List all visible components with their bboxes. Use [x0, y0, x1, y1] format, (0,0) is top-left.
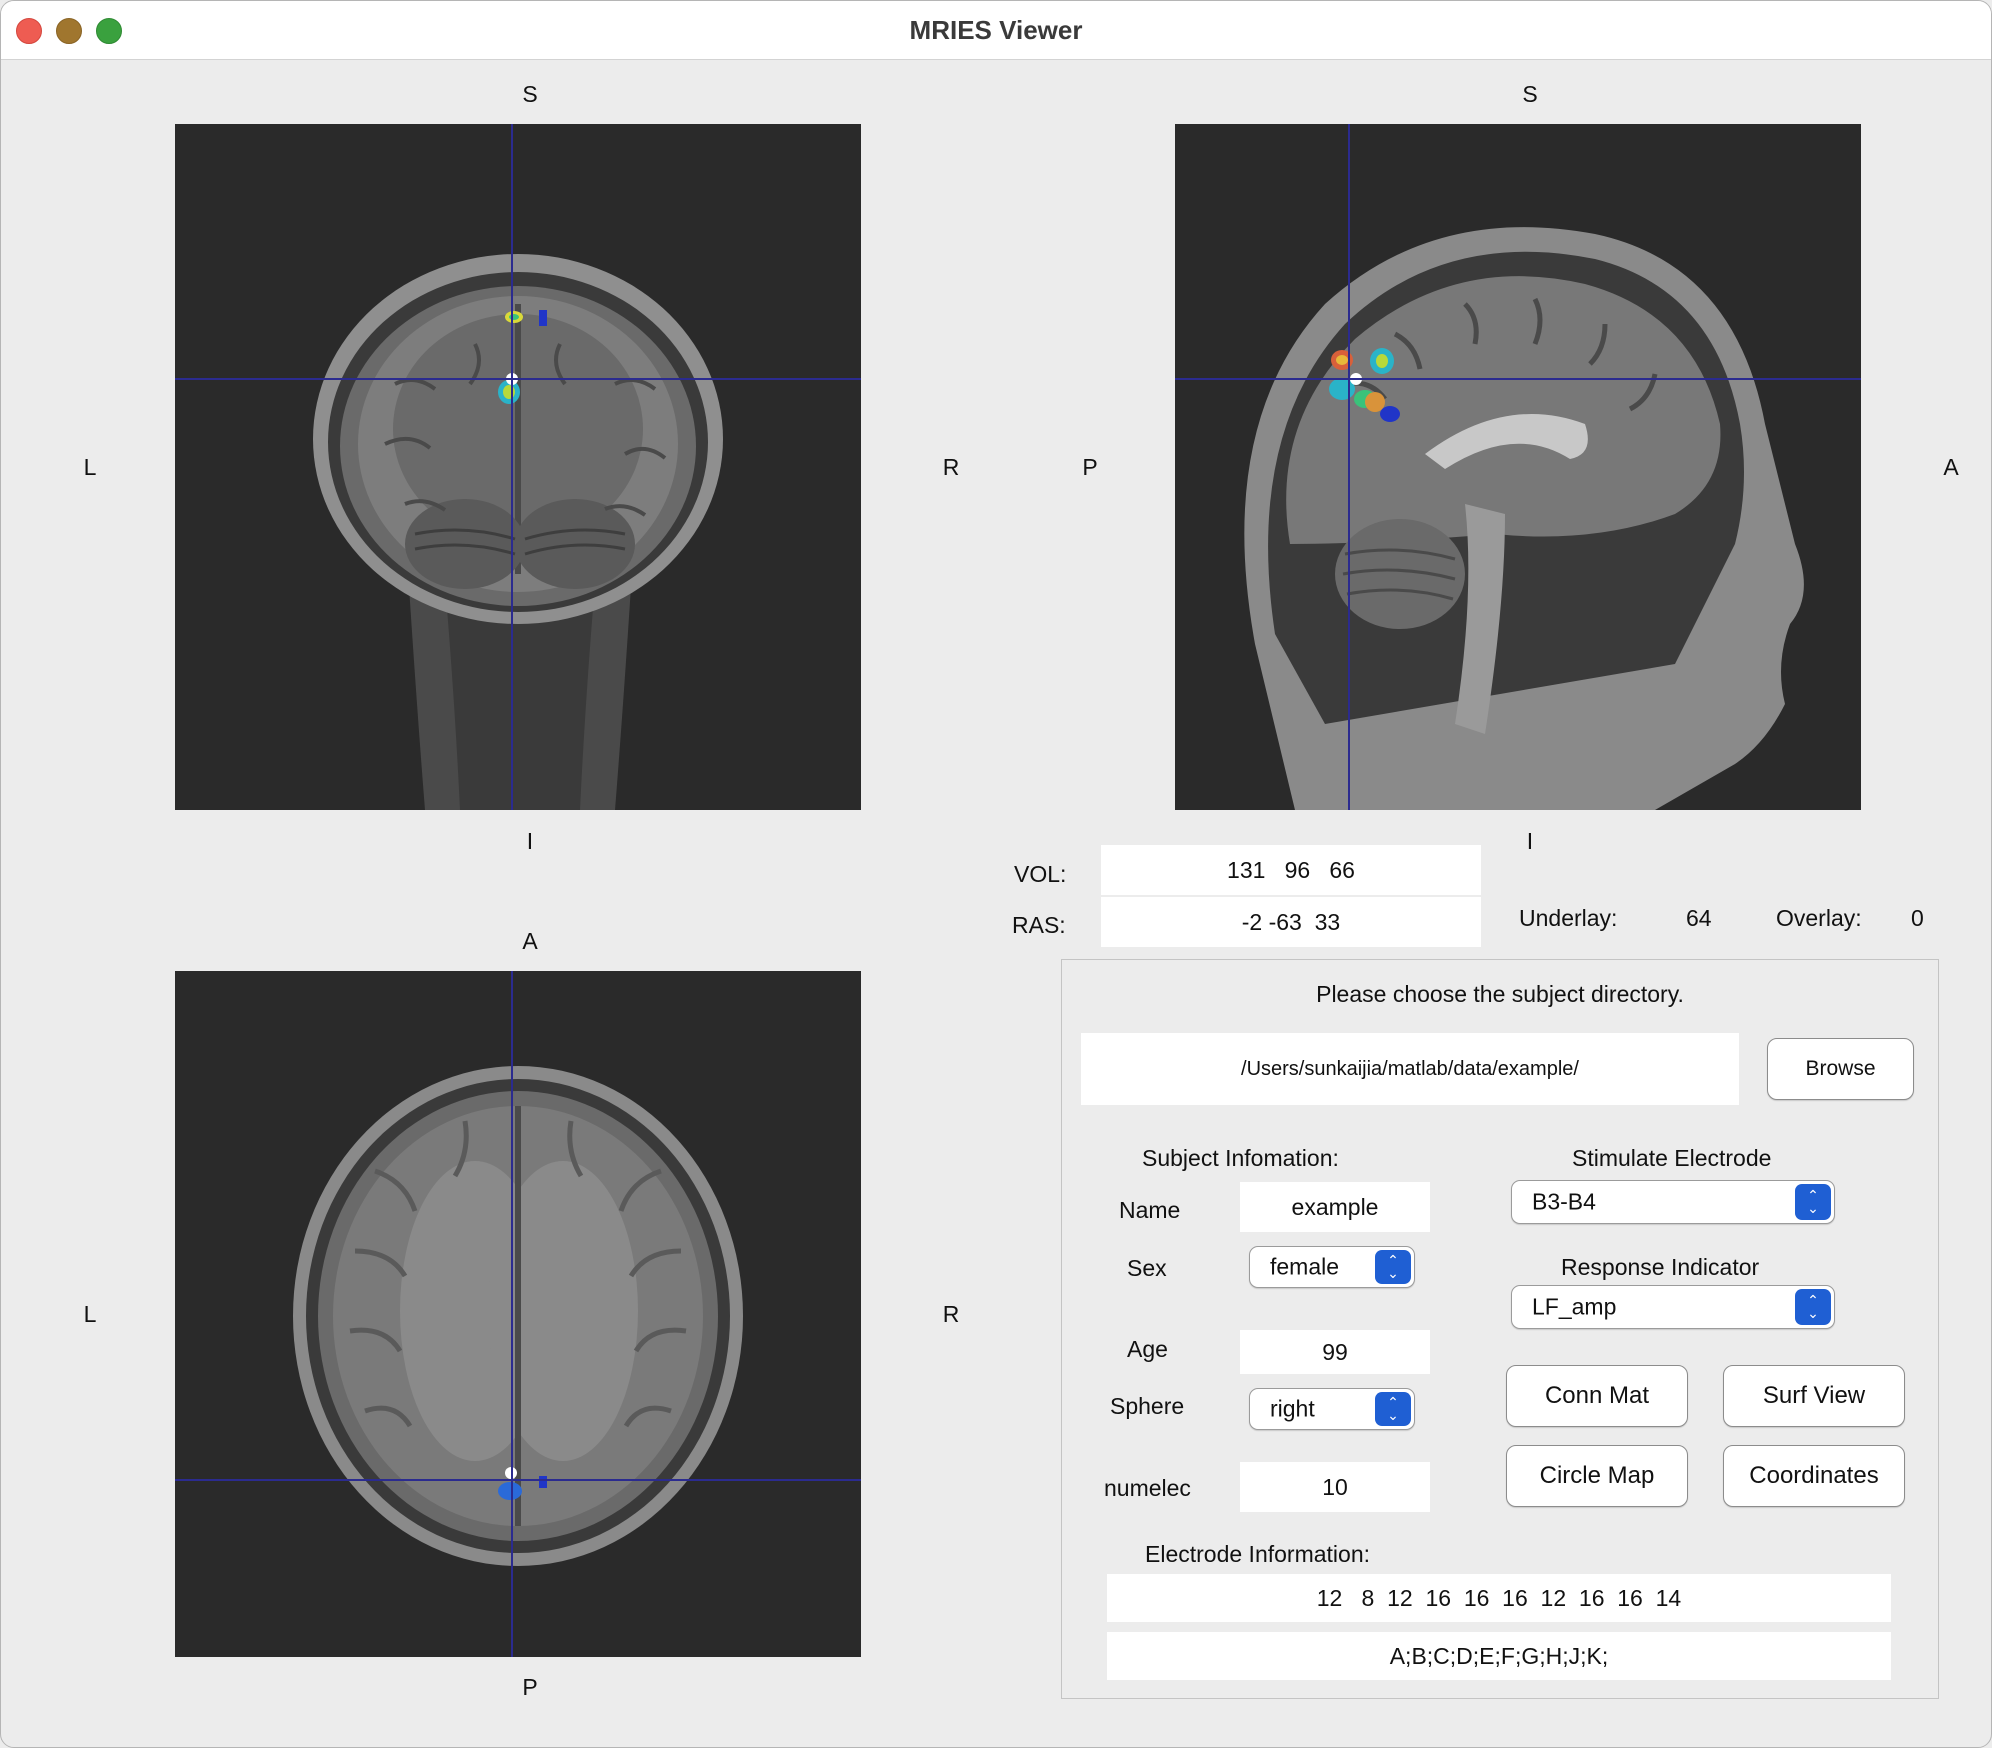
chevron-updown-icon: ⌃ ⌄ — [1375, 1250, 1411, 1284]
coronal-right-label: R — [942, 454, 960, 480]
numelec-field[interactable]: 10 — [1240, 1462, 1430, 1512]
chevron-updown-icon: ⌃ ⌄ — [1375, 1392, 1411, 1426]
axial-crosshair-horizontal — [175, 1479, 861, 1481]
subject-info-header: Subject Infomation: — [1142, 1145, 1339, 1171]
stimulate-electrode-value: B3-B4 — [1532, 1188, 1596, 1215]
sagittal-view[interactable] — [1175, 124, 1861, 810]
sagittal-crosshair-vertical — [1348, 124, 1350, 810]
numelec-label: numelec — [1104, 1475, 1191, 1501]
coronal-view[interactable] — [175, 124, 861, 810]
underlay-label: Underlay: — [1519, 905, 1618, 931]
coronal-slice-image — [175, 124, 861, 810]
sagittal-right-label: A — [1943, 454, 1959, 480]
response-indicator-select[interactable]: LF_amp ⌃ ⌄ — [1511, 1285, 1835, 1329]
age-field[interactable]: 99 — [1240, 1330, 1430, 1374]
sphere-select[interactable]: right ⌃ ⌄ — [1249, 1388, 1415, 1430]
stimulate-electrode-select[interactable]: B3-B4 ⌃ ⌄ — [1511, 1180, 1835, 1224]
sex-select[interactable]: female ⌃ ⌄ — [1249, 1246, 1415, 1288]
subject-panel: Please choose the subject directory. /Us… — [1061, 959, 1939, 1699]
electrode-counts-field[interactable]: 12 8 12 16 16 16 12 16 16 14 — [1107, 1574, 1891, 1622]
chevron-updown-icon: ⌃ ⌄ — [1795, 1184, 1831, 1220]
app-window: MRIES Viewer S I L R S I P A A P L R VOL… — [0, 0, 1992, 1748]
ras-field: -2 -63 33 — [1101, 897, 1481, 947]
coordinates-button[interactable]: Coordinates — [1723, 1445, 1905, 1507]
name-label: Name — [1119, 1197, 1181, 1223]
vol-label: VOL: — [1014, 861, 1067, 887]
coronal-crosshair-vertical — [511, 124, 513, 810]
sphere-select-value: right — [1270, 1395, 1315, 1422]
electrode-info-header: Electrode Information: — [1145, 1541, 1371, 1567]
underlay-value: 64 — [1686, 905, 1712, 931]
sex-label: Sex — [1127, 1255, 1167, 1281]
conn-mat-button[interactable]: Conn Mat — [1506, 1365, 1688, 1427]
coronal-bottom-label: I — [526, 828, 534, 854]
sex-select-value: female — [1270, 1253, 1340, 1280]
surf-view-button[interactable]: Surf View — [1723, 1365, 1905, 1427]
directory-prompt: Please choose the subject directory. — [1316, 981, 1684, 1007]
axial-bottom-label: P — [522, 1674, 538, 1700]
axial-right-label: R — [942, 1301, 960, 1327]
sagittal-top-label: S — [1522, 81, 1538, 107]
electrode-names-field[interactable]: A;B;C;D;E;F;G;H;J;K; — [1107, 1632, 1891, 1680]
sagittal-slice-image — [1175, 124, 1861, 810]
ras-label: RAS: — [1012, 912, 1066, 938]
directory-field[interactable]: /Users/sunkaijia/matlab/data/example/ — [1081, 1033, 1739, 1105]
axial-left-label: L — [83, 1301, 97, 1327]
chevron-updown-icon: ⌃ ⌄ — [1795, 1289, 1831, 1325]
title-bar: MRIES Viewer — [1, 1, 1991, 60]
axial-view[interactable] — [175, 971, 861, 1657]
sagittal-crosshair-horizontal — [1175, 378, 1861, 380]
coronal-top-label: S — [522, 81, 538, 107]
response-indicator-header: Response Indicator — [1561, 1254, 1760, 1280]
response-indicator-value: LF_amp — [1532, 1293, 1617, 1320]
circle-map-button[interactable]: Circle Map — [1506, 1445, 1688, 1507]
coronal-left-label: L — [83, 454, 97, 480]
window-title: MRIES Viewer — [909, 15, 1083, 45]
browse-button[interactable]: Browse — [1767, 1038, 1914, 1100]
overlay-label: Overlay: — [1776, 905, 1862, 931]
axial-top-label: A — [522, 928, 538, 954]
sagittal-left-label: P — [1082, 454, 1098, 480]
coronal-crosshair-horizontal — [175, 378, 861, 380]
vol-field: 131 96 66 — [1101, 845, 1481, 895]
overlay-value: 0 — [1911, 905, 1924, 931]
stimulate-electrode-header: Stimulate Electrode — [1572, 1145, 1772, 1171]
age-label: Age — [1127, 1336, 1168, 1362]
axial-crosshair-vertical — [511, 971, 513, 1657]
name-field[interactable]: example — [1240, 1182, 1430, 1232]
axial-slice-image — [175, 971, 861, 1657]
sagittal-bottom-label: I — [1526, 828, 1534, 854]
sphere-label: Sphere — [1110, 1393, 1185, 1419]
